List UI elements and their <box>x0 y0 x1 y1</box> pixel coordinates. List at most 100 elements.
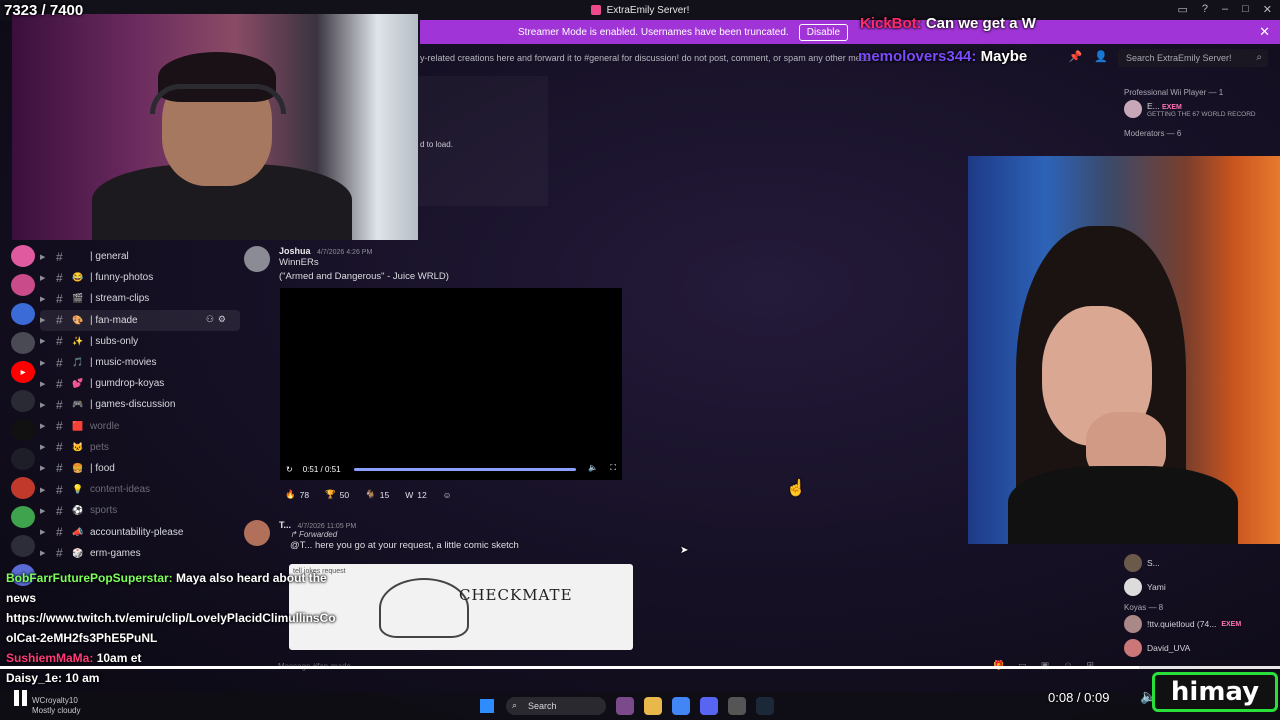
maximize-icon[interactable]: □ <box>1242 3 1249 16</box>
channel-item[interactable]: ▶ # 😂 | funny-photos <box>40 267 240 288</box>
chevron-right-icon[interactable]: ▶ <box>40 359 52 367</box>
pin-icon[interactable]: 📌 <box>1069 50 1083 63</box>
youtube-icon[interactable]: ▶ <box>11 361 35 383</box>
channel-item[interactable]: ▶ # 🍔 | food <box>40 458 240 479</box>
chevron-right-icon[interactable]: ▶ <box>40 528 52 536</box>
search-input[interactable]: Search ExtraEmily Server! ⌕ <box>1118 49 1268 67</box>
member-status: GETTING THE 67 WORLD RECORD <box>1147 110 1256 118</box>
reaction[interactable]: 🔥 78 <box>280 486 314 503</box>
video-progress-bar[interactable] <box>354 468 576 471</box>
taskbar-search[interactable]: ⌕ Search <box>506 697 606 715</box>
chevron-right-icon[interactable]: ▶ <box>40 549 52 557</box>
pause-icon[interactable] <box>14 690 30 706</box>
member-row[interactable]: Yami <box>1124 575 1274 599</box>
close-icon[interactable]: ✕ <box>1259 24 1270 40</box>
channel-name: | music-movies <box>90 357 157 369</box>
message-author[interactable]: T... <box>279 520 291 530</box>
chevron-right-icon[interactable]: ▶ <box>40 422 52 430</box>
app-icon[interactable] <box>728 697 746 715</box>
channel-item[interactable]: ▶ # 🎵 | music-movies <box>40 352 240 373</box>
reaction-emoji: 🏆 <box>325 489 336 499</box>
channel-item[interactable]: ▶ # 🎲 erm-games <box>40 543 240 564</box>
chevron-right-icon[interactable]: ▶ <box>40 295 52 303</box>
windows-start-icon[interactable] <box>480 699 494 713</box>
chat-line: https://www.twitch.tv/emiru/clip/LovelyP… <box>6 608 336 648</box>
channel-item[interactable]: ▶ # ✨ | subs-only <box>40 331 240 352</box>
app-title: ExtraEmily Server! <box>590 5 689 16</box>
channel-name: erm-games <box>90 547 141 559</box>
reaction[interactable]: 🏆 50 <box>320 486 354 503</box>
chevron-right-icon[interactable]: ▶ <box>40 443 52 451</box>
inbox-icon[interactable]: ▭ <box>1177 3 1187 16</box>
channel-emoji: 😂 <box>72 272 84 283</box>
channel-item[interactable]: ▶ # 🟥 wordle <box>40 416 240 437</box>
help-icon[interactable]: ? <box>1202 3 1208 16</box>
file-explorer-icon[interactable] <box>644 697 662 715</box>
channel-name: | gumdrop-koyas <box>90 378 165 390</box>
server-icon[interactable] <box>11 332 35 354</box>
member-row[interactable]: E... EXEM GETTING THE 67 WORLD RECORD <box>1124 97 1274 121</box>
channel-item[interactable]: ▶ # | general <box>40 246 240 267</box>
video-controls: ↻ 0:51 / 0:51 🔈 ⛶ <box>280 458 622 480</box>
chrome-icon[interactable] <box>672 697 690 715</box>
app-icon[interactable] <box>616 697 634 715</box>
channel-item[interactable]: ▶ # ⚽ sports <box>40 500 240 521</box>
taskbar-search-label: Search <box>528 701 557 711</box>
server-icon[interactable] <box>11 448 35 470</box>
search-placeholder: Search ExtraEmily Server! <box>1126 53 1232 63</box>
close-window-icon[interactable]: ✕ <box>1263 3 1272 16</box>
channel-item[interactable]: ▶ # 💕 | gumdrop-koyas <box>40 373 240 394</box>
playback-time: 0:08 / 0:09 <box>1048 690 1110 705</box>
chevron-right-icon[interactable]: ▶ <box>40 274 52 282</box>
server-icon[interactable] <box>11 419 35 441</box>
channel-item[interactable]: ▶ # 🎮 | games-discussion <box>40 394 240 415</box>
message-author[interactable]: Joshua <box>279 246 311 256</box>
server-icon[interactable] <box>11 390 35 412</box>
chevron-right-icon[interactable]: ▶ <box>40 316 52 324</box>
add-reaction-icon[interactable]: ☺ <box>438 486 457 503</box>
channel-item[interactable]: ▶ # 📣 accountability-please <box>40 521 240 542</box>
chevron-right-icon[interactable]: ▶ <box>40 464 52 472</box>
channel-item[interactable]: ▶ # 🎬 | stream-clips <box>40 288 240 309</box>
playback-progress[interactable] <box>0 666 1280 669</box>
volume-icon[interactable]: 🔈 <box>588 463 598 472</box>
chevron-right-icon[interactable]: ▶ <box>40 253 52 261</box>
member-row[interactable]: !ttv.quietloud (74... EXEM <box>1124 612 1274 636</box>
banner-text: Streamer Mode is enabled. Usernames have… <box>518 26 789 38</box>
channel-name: | funny-photos <box>90 272 154 284</box>
fullscreen-icon[interactable]: ⛶ <box>610 463 616 473</box>
reaction-count: 78 <box>299 489 310 500</box>
channel-item[interactable]: ▶ # 💡 content-ideas <box>40 479 240 500</box>
server-icon[interactable] <box>11 274 35 296</box>
message-line: WinnERs <box>279 257 319 268</box>
chevron-right-icon[interactable]: ▶ <box>40 380 52 388</box>
discord-icon[interactable] <box>700 697 718 715</box>
chevron-right-icon[interactable]: ▶ <box>40 507 52 515</box>
chevron-right-icon[interactable]: ▶ <box>40 337 52 345</box>
chevron-right-icon[interactable]: ▶ <box>40 486 52 494</box>
disable-button[interactable]: Disable <box>798 23 849 41</box>
video-player[interactable]: ↻ 0:51 / 0:51 🔈 ⛶ <box>280 288 622 480</box>
replay-icon[interactable]: ↻ <box>286 465 293 474</box>
sketch-image[interactable]: tell jokes request CHECKMATE <box>289 564 633 650</box>
member-row[interactable]: David_UVA <box>1124 636 1274 660</box>
reaction[interactable]: 🐐 15 <box>360 486 394 503</box>
members-icon[interactable]: 👤 <box>1094 50 1108 63</box>
gear-icon[interactable]: ⚙ <box>218 314 226 325</box>
server-icon[interactable] <box>11 506 35 528</box>
channel-item[interactable]: ▶ # 🎨 | fan-made ⚇ ⚙ <box>40 309 240 331</box>
minimize-icon[interactable]: – <box>1222 3 1228 16</box>
add-member-icon[interactable]: ⚇ <box>206 314 214 325</box>
server-icon[interactable] <box>11 245 35 267</box>
mouse-cursor: ☝ <box>786 480 806 497</box>
weather-widget[interactable]: WCroyalty10 Mostly cloudy <box>32 696 80 716</box>
steam-icon[interactable] <box>756 697 774 715</box>
mouse-cursor-secondary: ➤ <box>680 545 689 556</box>
reaction[interactable]: W 12 <box>400 486 432 503</box>
server-icon[interactable] <box>11 303 35 325</box>
channel-item[interactable]: ▶ # 🐱 pets <box>40 437 240 458</box>
chevron-right-icon[interactable]: ▶ <box>40 401 52 409</box>
server-icon[interactable] <box>11 535 35 557</box>
member-row[interactable]: S... <box>1124 551 1274 575</box>
server-icon[interactable] <box>11 477 35 499</box>
